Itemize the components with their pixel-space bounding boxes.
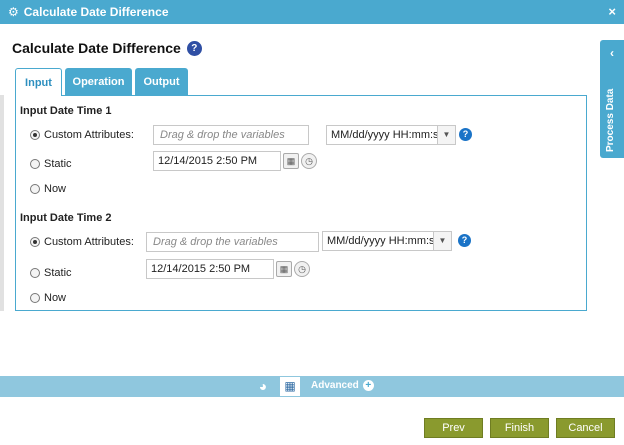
calendar-icon[interactable]: ▦ <box>276 261 292 277</box>
attributes-input-1[interactable]: Drag & drop the variables <box>153 125 309 145</box>
gear-icon: ⚙ <box>8 5 19 19</box>
bottom-toolbar: ◕ ▦ Advanced + <box>0 376 624 397</box>
process-data-label: Process Data <box>605 88 616 152</box>
format-select-2[interactable]: MM/dd/yyyy HH:mm:ss ▼ <box>322 231 452 251</box>
radio-static-2[interactable]: Static <box>30 267 72 279</box>
clock-icon[interactable]: ◷ <box>294 261 310 277</box>
radio-label: Static <box>44 158 72 170</box>
tab-input[interactable]: Input <box>15 68 62 96</box>
format-select-1[interactable]: MM/dd/yyyy HH:mm:ss ▼ <box>326 125 456 145</box>
radio-label: Custom Attributes: <box>44 236 134 248</box>
help-icon-2[interactable]: ? <box>458 234 471 247</box>
radio-icon <box>30 268 40 278</box>
radio-label: Now <box>44 292 67 304</box>
radio-icon <box>30 293 40 303</box>
dropdown-arrow-icon[interactable]: ▼ <box>433 232 451 250</box>
title-bar: ⚙ Calculate Date Difference × <box>0 0 624 24</box>
prev-button[interactable]: Prev <box>424 418 483 438</box>
advanced-toggle[interactable]: Advanced + <box>311 380 374 391</box>
radio-static-1[interactable]: Static <box>30 158 72 170</box>
section-title-1: Input Date Time 1 <box>20 105 112 117</box>
attributes-input-2[interactable]: Drag & drop the variables <box>146 232 319 252</box>
dropdown-arrow-icon[interactable]: ▼ <box>437 126 455 144</box>
calendar-icon[interactable]: ▦ <box>283 153 299 169</box>
static-date-input-1[interactable]: 12/14/2015 2:50 PM <box>153 151 281 171</box>
page-title: Calculate Date Difference <box>12 40 181 56</box>
calendar-settings-icon[interactable]: ▦ <box>279 376 301 397</box>
advanced-label: Advanced <box>311 380 359 391</box>
tab-output[interactable]: Output <box>135 68 188 95</box>
radio-custom-attributes-2[interactable]: Custom Attributes: <box>30 236 134 248</box>
process-data-panel-toggle[interactable]: ‹ Process Data <box>600 40 624 158</box>
page-heading: Calculate Date Difference ? <box>12 40 202 56</box>
cancel-button[interactable]: Cancel <box>556 418 615 438</box>
radio-selected-icon <box>30 237 40 247</box>
format-value: MM/dd/yyyy HH:mm:ss <box>327 235 441 247</box>
left-strip <box>0 95 4 311</box>
window-title: Calculate Date Difference <box>23 5 169 19</box>
radio-icon <box>30 159 40 169</box>
tab-operation[interactable]: Operation <box>65 68 132 95</box>
help-icon[interactable]: ? <box>186 40 202 56</box>
help-icon-1[interactable]: ? <box>459 128 472 141</box>
radio-label: Now <box>44 183 67 195</box>
clock-icon[interactable]: ◷ <box>301 153 317 169</box>
radio-label: Custom Attributes: <box>44 129 134 141</box>
radio-now-2[interactable]: Now <box>30 292 66 304</box>
format-value: MM/dd/yyyy HH:mm:ss <box>331 129 445 141</box>
radio-selected-icon <box>30 130 40 140</box>
plus-icon: + <box>362 380 374 391</box>
radio-custom-attributes-1[interactable]: Custom Attributes: <box>30 129 134 141</box>
section-title-2: Input Date Time 2 <box>20 212 112 224</box>
radio-icon <box>30 184 40 194</box>
finish-button[interactable]: Finish <box>490 418 549 438</box>
chevron-left-icon: ‹ <box>610 46 614 60</box>
static-date-input-2[interactable]: 12/14/2015 2:50 PM <box>146 259 274 279</box>
radio-now-1[interactable]: Now <box>30 183 66 195</box>
close-icon[interactable]: × <box>608 4 616 19</box>
globe-icon[interactable]: ◕ <box>255 378 271 394</box>
radio-label: Static <box>44 267 72 279</box>
